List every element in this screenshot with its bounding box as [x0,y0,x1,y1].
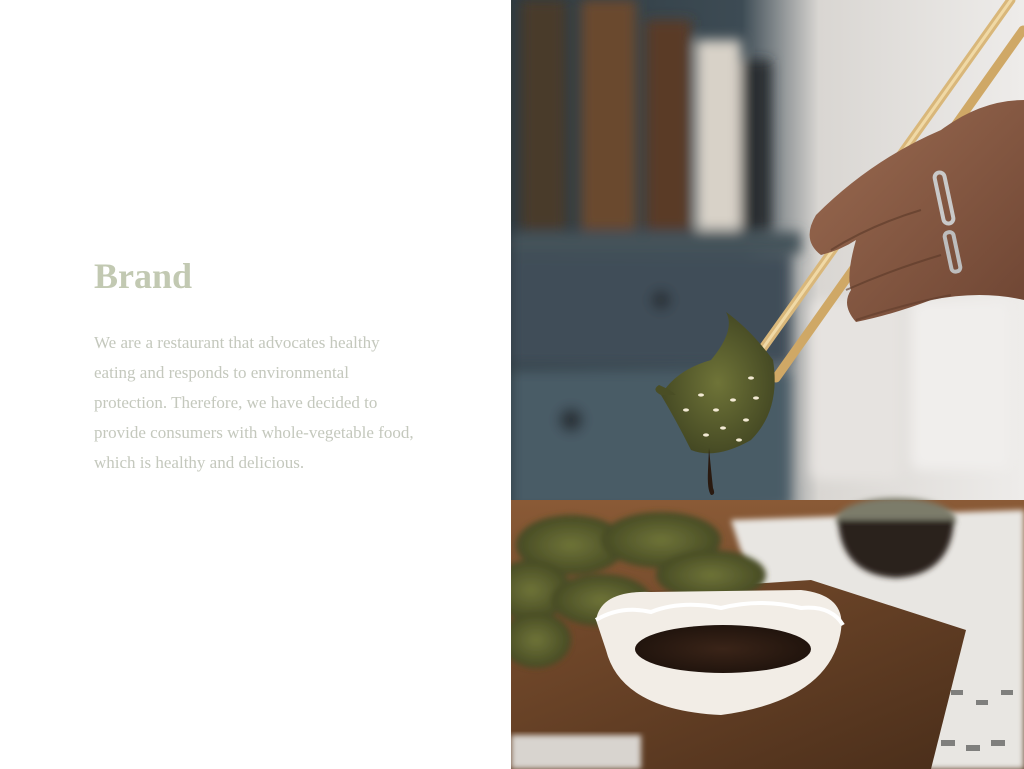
brand-description: We are a restaurant that advocates healt… [94,333,414,472]
page: Brand We are a restaurant that advocates… [0,0,1024,769]
food-photo [511,0,1024,769]
food-photo-illustration [511,0,1024,769]
brand-text-panel: Brand We are a restaurant that advocates… [0,0,511,769]
brand-title: Brand [94,256,193,296]
